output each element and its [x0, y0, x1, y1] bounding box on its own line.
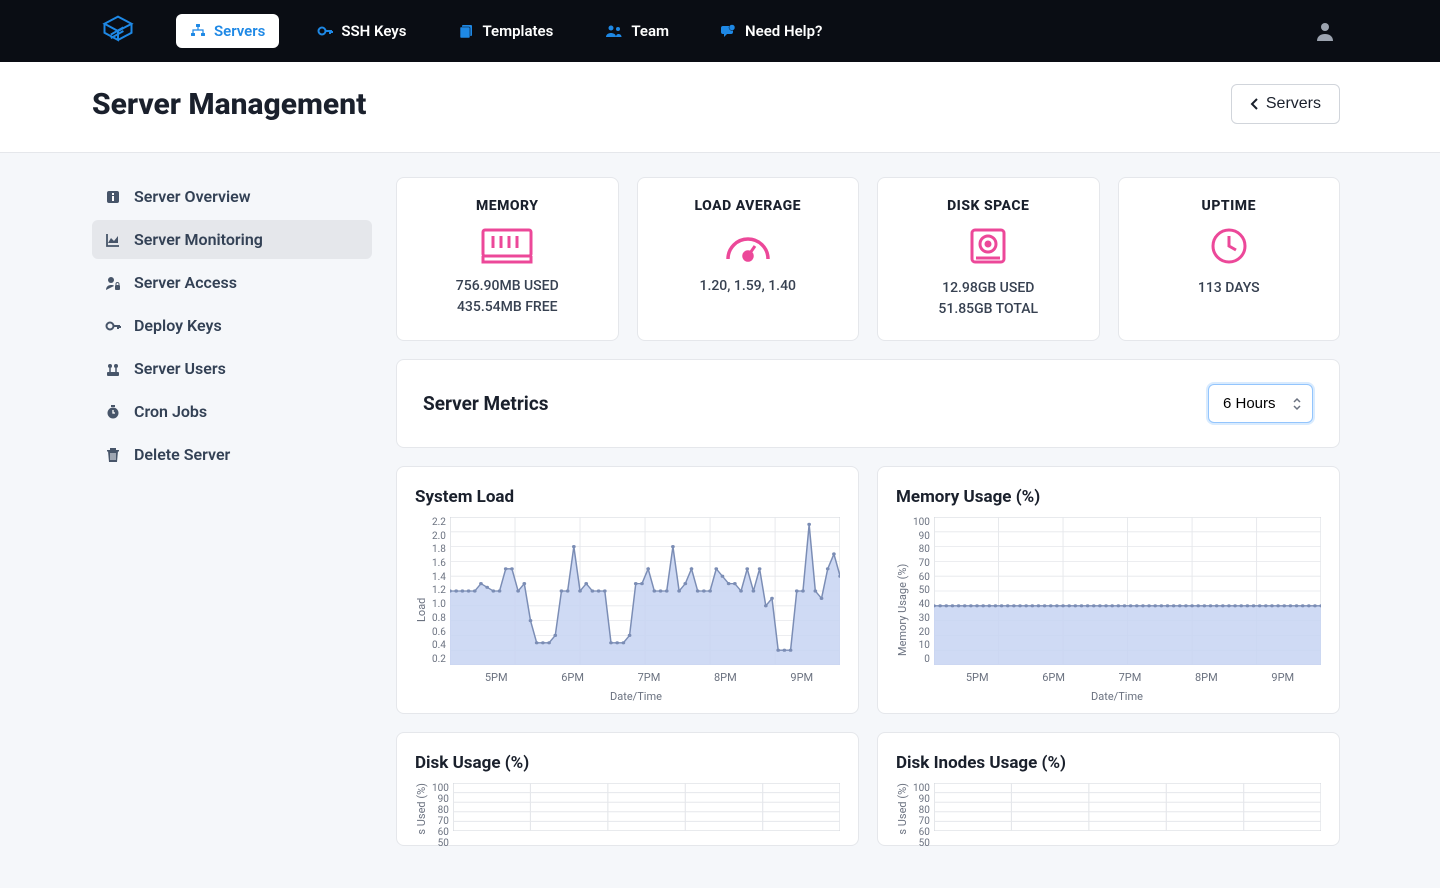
user-menu[interactable]: [1314, 20, 1336, 42]
y-ticks: 1009080706050: [432, 783, 453, 831]
stat-title: UPTIME: [1135, 198, 1324, 214]
y-axis-label: s Used (%): [896, 783, 909, 835]
stat-line-1: 113 DAYS: [1135, 278, 1324, 299]
chart-title: Disk Inodes Usage (%): [896, 753, 1321, 773]
chart-memory-usage: Memory Usage (%) Memory Usage (%) 100908…: [877, 466, 1340, 714]
sidebar-item-label: Cron Jobs: [134, 402, 207, 421]
sidebar-item-label: Server Access: [134, 273, 237, 292]
servers-icon: [190, 23, 206, 39]
stat-disk: DISK SPACE 12.98GB USED 51.85GB TOTAL: [877, 177, 1100, 341]
key-icon: [317, 23, 333, 39]
x-axis-label: Date/Time: [432, 690, 840, 703]
nav-items: Servers SSH Keys Templates Team Need Hel…: [176, 14, 1314, 48]
stat-line-2: 435.54MB FREE: [413, 297, 602, 318]
back-label: Servers: [1266, 95, 1321, 113]
nav-label: Need Help?: [745, 22, 822, 40]
disk-icon: [894, 226, 1083, 266]
nav-label: SSH Keys: [341, 22, 406, 40]
chart-disk-usage: Disk Usage (%) s Used (%) 1009080706050: [396, 732, 859, 846]
y-axis-label: s Used (%): [415, 783, 428, 835]
plot-area: [934, 517, 1321, 665]
users-icon: [104, 361, 122, 377]
x-ticks: 5PM6PM7PM8PM9PM: [913, 671, 1321, 684]
sidebar-item-delete[interactable]: Delete Server: [92, 435, 372, 474]
sidebar-item-users[interactable]: Server Users: [92, 349, 372, 388]
plot-area: [450, 517, 840, 665]
y-axis-label: Memory Usage (%): [896, 517, 909, 703]
chevron-left-icon: [1250, 97, 1260, 111]
stat-title: MEMORY: [413, 198, 602, 214]
nav-label: Servers: [214, 22, 265, 40]
chart-title: Memory Usage (%): [896, 487, 1321, 507]
nav-templates[interactable]: Templates: [444, 14, 567, 48]
stat-title: DISK SPACE: [894, 198, 1083, 214]
trash-icon: [104, 447, 122, 463]
nav-team[interactable]: Team: [591, 14, 683, 48]
clock-icon: [1135, 226, 1324, 266]
sidebar-item-label: Server Overview: [134, 187, 251, 206]
y-ticks: 2.22.01.81.61.41.21.00.80.60.40.2: [432, 517, 450, 665]
templates-icon: [458, 23, 474, 39]
sidebar-item-cron[interactable]: Cron Jobs: [92, 392, 372, 431]
stopwatch-icon: [104, 404, 122, 420]
sidebar-item-access[interactable]: Server Access: [92, 263, 372, 302]
metrics-title: Server Metrics: [423, 392, 549, 415]
stat-line-1: 756.90MB USED: [413, 276, 602, 297]
x-ticks: 5PM6PM7PM8PM9PM: [432, 671, 840, 684]
sidebar-item-monitoring[interactable]: Server Monitoring: [92, 220, 372, 259]
memory-icon: [413, 226, 602, 264]
chart-disk-inodes: Disk Inodes Usage (%) s Used (%) 1009080…: [877, 732, 1340, 846]
plot-area: [934, 783, 1321, 831]
page-title: Server Management: [92, 87, 366, 122]
key-icon: [104, 318, 122, 334]
nav-servers[interactable]: Servers: [176, 14, 279, 48]
top-navbar: Servers SSH Keys Templates Team Need Hel…: [0, 0, 1440, 62]
user-lock-icon: [104, 275, 122, 291]
y-ticks: 1009080706050403020100: [913, 517, 934, 665]
logo-icon: [100, 13, 136, 49]
sidebar-item-label: Server Users: [134, 359, 226, 378]
sidebar-item-overview[interactable]: Server Overview: [92, 177, 372, 216]
stat-uptime: UPTIME 113 DAYS: [1118, 177, 1341, 341]
page-header: Server Management Servers: [0, 62, 1440, 153]
gauge-icon: [654, 226, 843, 264]
logo[interactable]: [100, 13, 136, 49]
help-icon: [721, 23, 737, 39]
sidebar: Server Overview Server Monitoring Server…: [92, 177, 372, 864]
nav-ssh-keys[interactable]: SSH Keys: [303, 14, 420, 48]
stat-line-1: 1.20, 1.59, 1.40: [654, 276, 843, 297]
stat-load: LOAD AVERAGE 1.20, 1.59, 1.40: [637, 177, 860, 341]
back-servers-button[interactable]: Servers: [1231, 84, 1340, 124]
team-icon: [605, 23, 623, 39]
stat-line-1: 12.98GB USED: [894, 278, 1083, 299]
chart-system-load: System Load Load 2.22.01.81.61.41.21.00.…: [396, 466, 859, 714]
stat-title: LOAD AVERAGE: [654, 198, 843, 214]
y-ticks: 1009080706050: [913, 783, 934, 831]
nav-label: Team: [631, 22, 669, 40]
nav-help[interactable]: Need Help?: [707, 14, 836, 48]
nav-label: Templates: [482, 22, 553, 40]
sidebar-item-label: Delete Server: [134, 445, 230, 464]
chart-title: Disk Usage (%): [415, 753, 840, 773]
chart-title: System Load: [415, 487, 840, 507]
user-icon: [1314, 20, 1336, 42]
stat-memory: MEMORY 756.90MB USED 435.54MB FREE: [396, 177, 619, 341]
stat-line-2: 51.85GB TOTAL: [894, 299, 1083, 320]
plot-area: [453, 783, 840, 831]
sidebar-item-deploy-keys[interactable]: Deploy Keys: [92, 306, 372, 345]
chart-icon: [104, 232, 122, 248]
info-icon: [104, 189, 122, 205]
sidebar-item-label: Deploy Keys: [134, 316, 222, 335]
x-axis-label: Date/Time: [913, 690, 1321, 703]
range-select[interactable]: 6 Hours: [1208, 384, 1313, 423]
metrics-header: Server Metrics 6 Hours: [396, 359, 1340, 448]
sidebar-item-label: Server Monitoring: [134, 230, 263, 249]
y-axis-label: Load: [415, 517, 428, 703]
